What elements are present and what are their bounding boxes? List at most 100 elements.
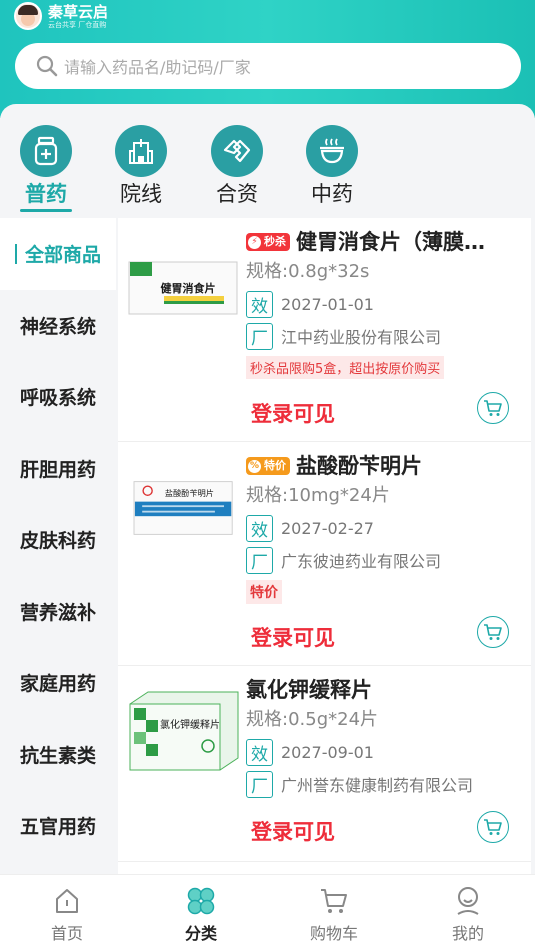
expiry-badge: 效 [246,290,273,318]
lightning-icon: ⚡ [248,235,261,249]
product-info: 氯化钾缓释片 规格:0.5g*24片 效 2027-09-01 厂广州誉东健康制药… [246,674,531,798]
expiry-badge: 效 [246,514,273,542]
sidebar-item-label: 呼吸系统 [19,387,96,410]
category-sidebar: 全部商品 神经系统 呼吸系统 肝胆用药 皮肤科药 营养滋补 家庭用药 抗生素类 … [0,218,116,874]
flash-sale-tag: ⚡ 秒杀 [246,233,290,251]
sidebar-item-label: 家庭用药 [19,673,96,696]
manufacturer: 江中药业股份有限公司 [281,328,442,347]
tag-label: 秒杀 [264,235,286,248]
category-label: 中药 [311,182,353,206]
brand: 秦草云启 云台共享 厂仓直购 [14,2,108,30]
sidebar-item-dermatology[interactable]: 皮肤科药 [0,504,116,576]
search-icon [36,55,58,77]
sidebar-item-all[interactable]: 全部商品 [0,218,116,290]
profile-icon [457,887,479,915]
promo-note: 秒杀品限购5盒，超出按原价购买 [246,356,445,379]
special-price-tag: % 特价 [246,457,290,475]
sidebar-item-label: 营养滋补 [19,601,96,624]
category-tab-yuanxian[interactable]: 院线 [106,125,176,209]
tab-label: 首页 [50,924,83,943]
sidebar-item-label: 神经系统 [19,315,96,338]
add-to-cart-button[interactable] [477,616,509,648]
sidebar-item-antibiotics[interactable]: 抗生素类 [0,719,116,791]
product-spec: 规格:10mg*24片 [246,485,390,506]
percent-icon: % [248,459,261,473]
brand-logo [14,2,42,30]
product-name: 健胃消食片（薄膜衣） [296,230,496,254]
herbal-tea-icon [306,125,358,177]
sidebar-item-nervous[interactable]: 神经系统 [0,290,116,362]
manufacturer-badge: 厂 [246,546,273,574]
category-tabs: 普药 院线 合资 中药 [0,118,535,218]
home-icon [56,889,78,913]
sidebar-item-label: 皮肤科药 [19,530,96,553]
cart-icon [321,889,347,913]
category-tab-hezi[interactable]: 合资 [202,125,272,209]
product-list: 健胃消食片 ⚡ 秒杀 健胃消食片（薄膜衣） 规格:0.8g*32s 效 2027-0… [118,218,531,874]
tab-profile[interactable]: 我的 [423,885,513,944]
brand-name: 秦草云启 [48,2,109,21]
product-card[interactable]: 健胃消食片 ⚡ 秒杀 健胃消食片（薄膜衣） 规格:0.8g*32s 效 2027-0… [118,218,531,442]
sidebar-item-ent[interactable]: 五官用药 [0,790,116,862]
category-label: 合资 [216,182,258,206]
manufacturer: 广州誉东健康制药有限公司 [281,776,474,795]
sidebar-item-respiratory[interactable]: 呼吸系统 [0,361,116,433]
product-spec: 规格:0.8g*32s [246,261,370,282]
sidebar-item-household[interactable]: 家庭用药 [0,647,116,719]
brand-tagline: 云台共享 厂仓直购 [48,20,107,29]
manufacturer-badge: 厂 [246,322,273,350]
expiry-date: 2027-02-27 [281,518,374,538]
category-tab-zhongyao[interactable]: 中药 [297,125,367,209]
search-input[interactable]: 请输入药品名/助记码/厂家 [15,43,521,89]
search-placeholder: 请输入药品名/助记码/厂家 [64,58,251,77]
product-name: 盐酸酚苄明片 [296,454,422,478]
sidebar-item-nutrition[interactable]: 营养滋补 [0,576,116,648]
tab-label: 购物车 [309,924,358,943]
handshake-icon [211,125,263,177]
active-indicator [14,243,17,264]
promo-note: 特价 [246,580,282,604]
tab-cart[interactable]: 购物车 [289,885,379,944]
price-login-prompt[interactable]: 登录可见 [251,816,335,846]
box-label: 氯化钾缓释片 [160,718,220,731]
sidebar-item-label: 肝胆用药 [19,458,96,481]
add-to-cart-button[interactable] [477,811,509,843]
sidebar-item-label: 全部商品 [24,244,101,267]
product-image: 氯化钾缓释片 [129,691,239,771]
manufacturer-badge: 厂 [246,770,273,798]
product-spec: 规格:0.5g*24片 [246,709,379,730]
cart-icon [484,400,502,416]
product-image: 健胃消食片 [128,261,238,315]
category-label: 普药 [25,182,67,206]
medicine-bottle-icon [20,125,72,177]
product-card[interactable]: 盐酸酚苄明片 % 特价 盐酸酚苄明片 规格:10mg*24片 效 2027-02-2… [118,442,531,666]
product-image: 盐酸酚苄明片 [133,481,233,535]
expiry-date: 2027-01-01 [281,294,374,314]
cart-icon [484,624,502,640]
box-label: 健胃消食片 [161,281,216,295]
box-label: 盐酸酚苄明片 [165,488,214,498]
sidebar-item-label: 抗生素类 [19,744,96,767]
tab-label: 我的 [451,924,484,943]
tag-label: 特价 [264,459,286,472]
price-login-prompt[interactable]: 登录可见 [251,622,335,652]
sidebar-item-liver[interactable]: 肝胆用药 [0,433,116,505]
product-info: ⚡ 秒杀 健胃消食片（薄膜衣） 规格:0.8g*32s 效 2027-01-01 厂… [246,226,531,379]
hospital-icon [115,125,167,177]
app-header: 秦草云启 云台共享 厂仓直购 请输入药品名/助记码/厂家 [0,0,535,118]
expiry-badge: 效 [246,738,273,766]
category-label: 院线 [120,182,162,206]
tab-label: 分类 [184,924,217,943]
add-to-cart-button[interactable] [477,392,509,424]
sidebar-item-label: 五官用药 [19,816,96,839]
category-tab-putong[interactable]: 普药 [11,125,81,212]
product-card[interactable]: 氯化钾缓释片 氯化钾缓释片 规格:0.5g*24片 效 2027-09-01 厂广… [118,666,531,862]
price-login-prompt[interactable]: 登录可见 [251,398,335,428]
tab-home[interactable]: 首页 [22,885,112,944]
product-name: 氯化钾缓释片 [246,678,372,702]
expiry-date: 2027-09-01 [281,742,374,762]
tab-category[interactable]: 分类 [156,885,246,944]
category-icon [187,887,215,915]
manufacturer: 广东彼迪药业有限公司 [281,552,442,571]
bottom-tab-bar: 首页 分类 购物车 我的 [0,874,535,951]
